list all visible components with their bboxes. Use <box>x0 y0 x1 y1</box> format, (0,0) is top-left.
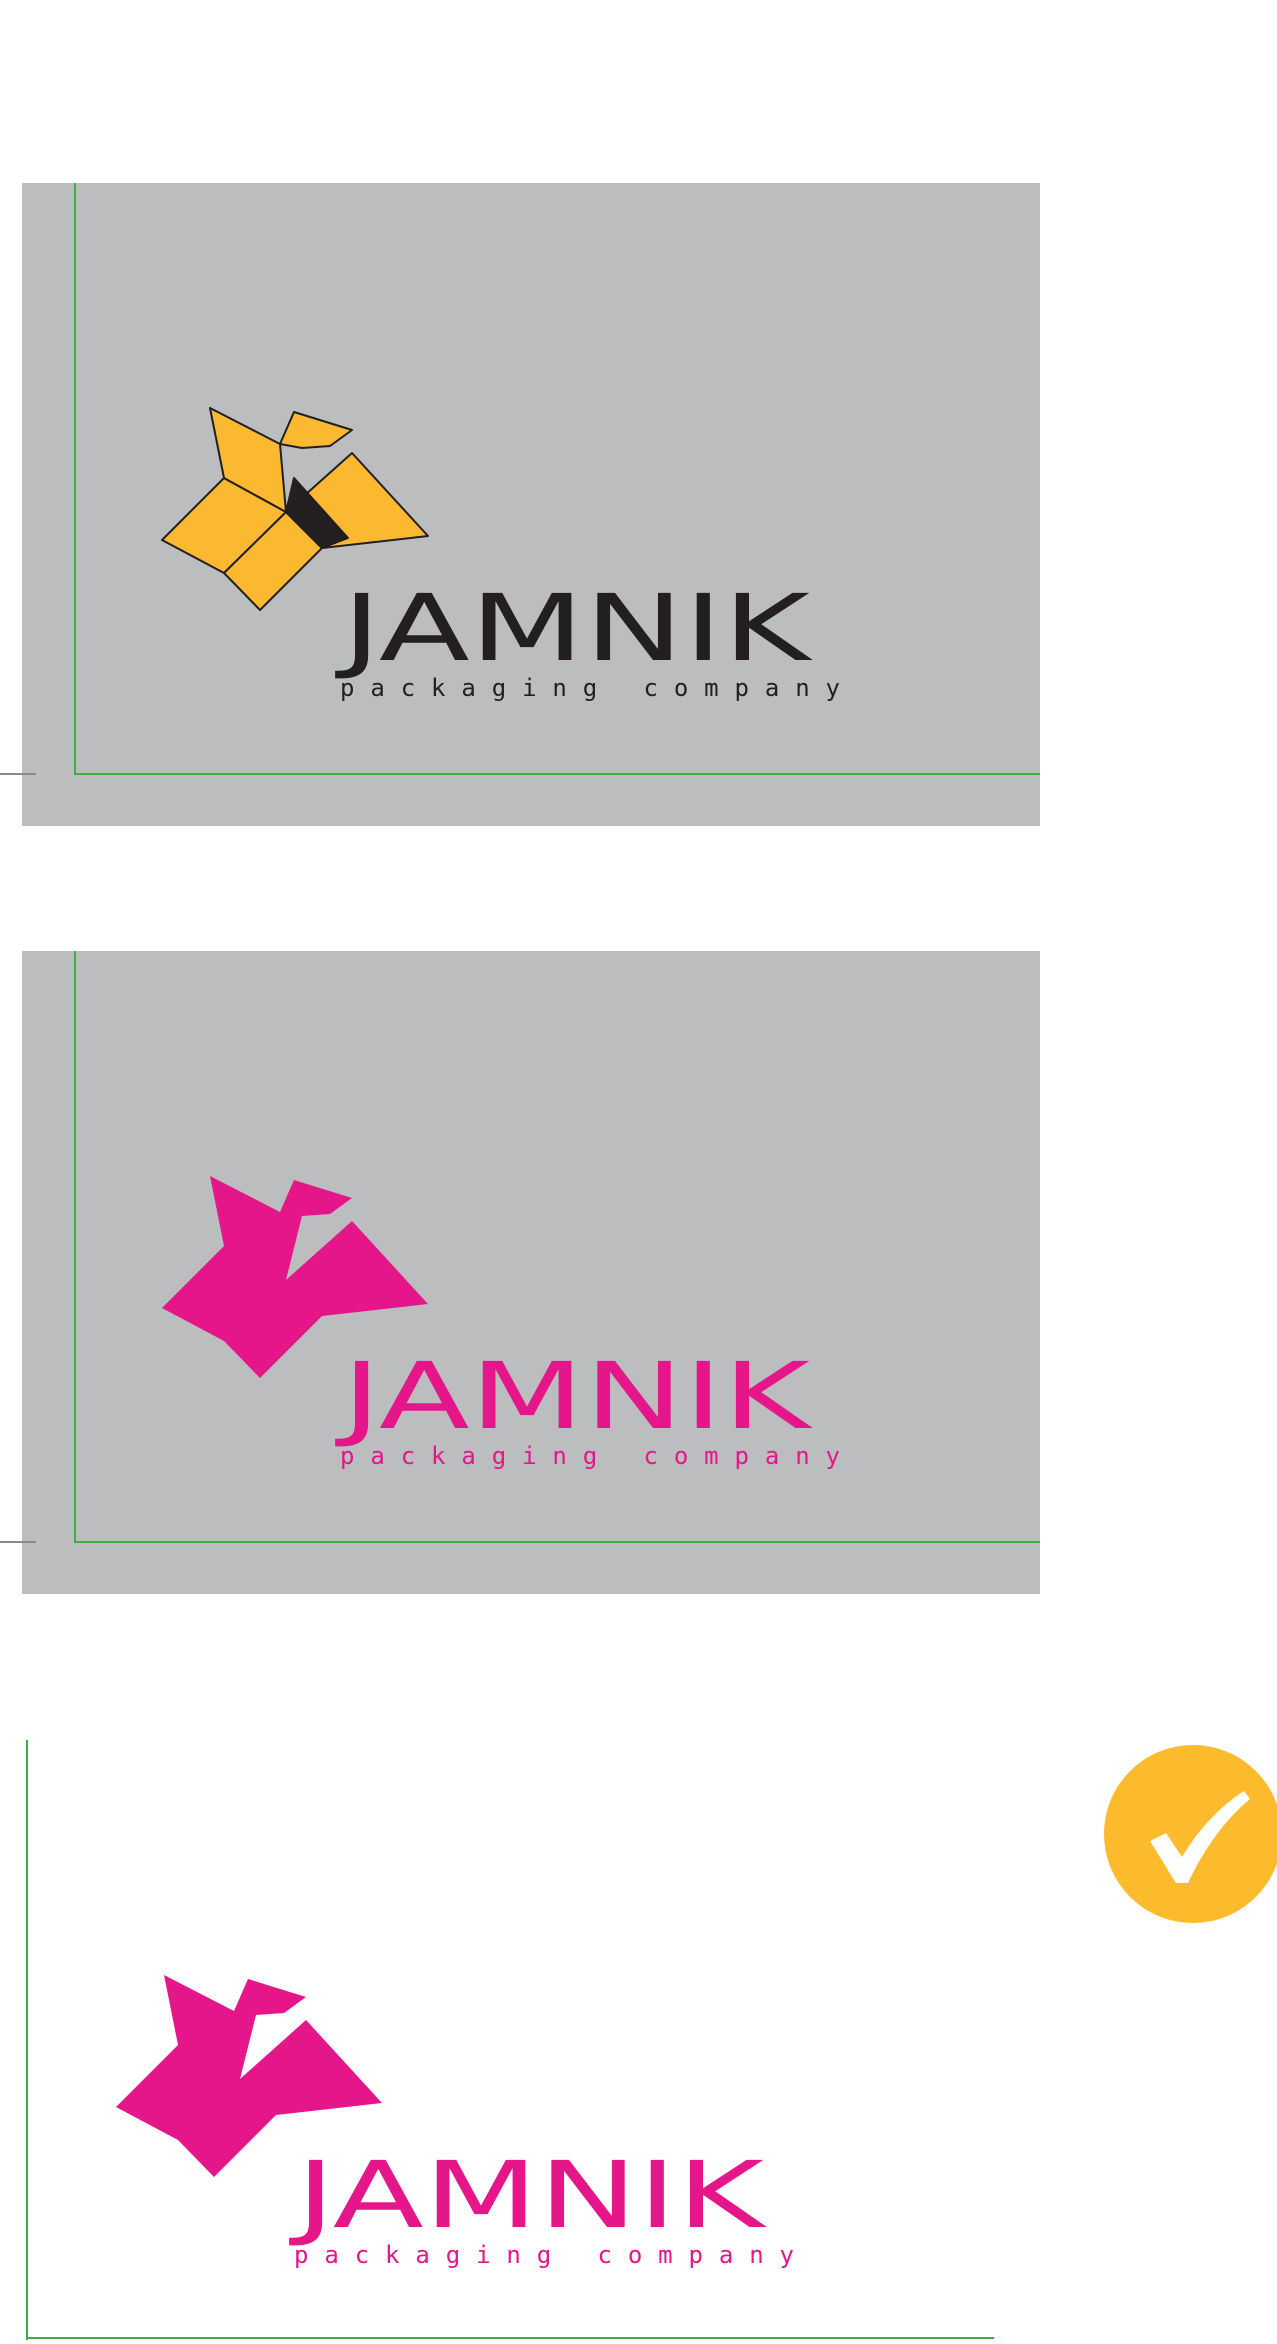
margin-guide-horizontal <box>74 1541 1040 1543</box>
crop-mark <box>0 773 36 775</box>
jamnik-logo-magenta: JAMNIK packaging company <box>162 1176 862 1470</box>
tagline: packaging company <box>340 1442 840 1470</box>
margin-guide-horizontal <box>74 773 1040 775</box>
logo-variant-1-panel: JAMNIK packaging company <box>22 183 1040 826</box>
wordmark: JAMNIK <box>289 2142 768 2249</box>
wordmark: JAMNIK <box>335 1343 814 1450</box>
margin-guide-vertical <box>26 1740 28 2340</box>
margin-guide-vertical <box>74 951 76 1543</box>
jamnik-logo-magenta: JAMNIK packaging company <box>116 1975 816 2269</box>
jamnik-logo-full-color: JAMNIK packaging company <box>161 407 862 702</box>
tagline: packaging company <box>294 2241 794 2269</box>
wordmark: JAMNIK <box>335 575 814 682</box>
box-logo-icon: JAMNIK packaging company <box>116 1975 794 2269</box>
box-logo-icon: JAMNIK packaging company <box>162 1176 840 1470</box>
tagline: packaging company <box>340 674 840 702</box>
box-logo-icon: JAMNIK packaging company <box>161 407 840 702</box>
logo-variant-3-panel: JAMNIK packaging company <box>26 1740 996 2344</box>
approved-check-badge <box>1104 1745 1277 1923</box>
crop-mark <box>0 1541 36 1543</box>
margin-guide-vertical <box>74 183 76 775</box>
checkmark-icon <box>1104 1745 1277 1923</box>
margin-guide-horizontal <box>26 2337 994 2339</box>
logo-variant-2-panel: JAMNIK packaging company <box>22 951 1040 1594</box>
